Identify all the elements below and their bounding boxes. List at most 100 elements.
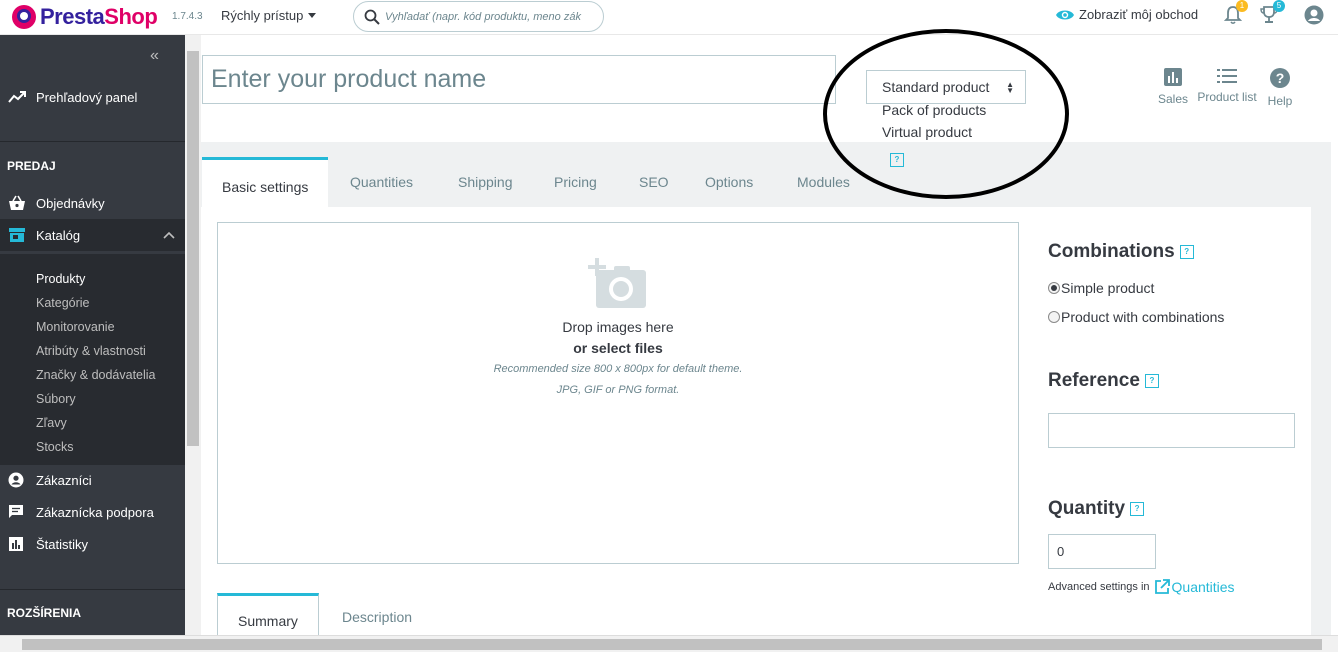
tab-seo[interactable]: SEO xyxy=(639,157,669,207)
image-format-text: JPG, GIF or PNG format. xyxy=(556,384,680,396)
submenu-item-discounts[interactable]: Zľavy xyxy=(36,416,67,430)
submenu-item-brands[interactable]: Značky & dodávatelia xyxy=(36,368,156,382)
drop-images-text: Drop images here xyxy=(562,319,674,335)
prestashop-logo[interactable]: PrestaShop xyxy=(12,4,158,30)
tab-options[interactable]: Options xyxy=(705,157,753,207)
external-link-icon xyxy=(1154,579,1170,594)
tab-summary[interactable]: Summary xyxy=(217,593,319,635)
sidebar-item-orders[interactable]: Objednávky xyxy=(0,193,185,213)
search-box[interactable] xyxy=(353,1,604,32)
vertical-scrollbar-thumb[interactable] xyxy=(187,51,199,446)
combinations-title: Combinations xyxy=(1048,241,1175,262)
reference-title: Reference xyxy=(1048,370,1140,391)
combinations-help-icon[interactable]: ? xyxy=(1179,244,1194,259)
submenu-item-categories[interactable]: Kategórie xyxy=(36,296,90,310)
combinations-label: Product with combinations xyxy=(1061,309,1225,325)
combinations-heading: Combinations? xyxy=(1048,241,1194,263)
bar-chart-icon xyxy=(9,537,23,551)
quantities-link[interactable]: Quantities xyxy=(1154,579,1235,595)
bar-chart-icon xyxy=(1164,68,1182,86)
sidebar: « Prehľadový panel PREDAJ Objednávky Pro… xyxy=(0,35,185,635)
radio-unchecked-icon[interactable] xyxy=(1048,311,1060,323)
vertical-scrollbar[interactable] xyxy=(185,35,201,635)
sales-button[interactable]: Sales xyxy=(1152,68,1194,106)
select-arrows-icon: ▲ ▼ xyxy=(1006,80,1014,95)
sidebar-item-label: Katalóg xyxy=(36,227,81,243)
sales-label: Sales xyxy=(1157,92,1189,106)
advanced-settings-row: Advanced settings in Quantities xyxy=(1048,579,1235,595)
caret-down-icon xyxy=(308,13,317,18)
account-circle-icon xyxy=(8,472,24,488)
search-icon xyxy=(364,9,380,25)
sidebar-section-extend: ROZŠÍRENIA xyxy=(7,606,82,620)
submenu-item-products[interactable]: Produkty xyxy=(36,272,85,286)
advanced-settings-text: Advanced settings in xyxy=(1048,581,1150,593)
submenu-item-stocks[interactable]: Stocks xyxy=(36,440,74,454)
sidebar-item-dashboard[interactable]: Prehľadový panel xyxy=(0,87,185,107)
help-button[interactable]: ? Help xyxy=(1264,68,1296,108)
radio-checked-icon[interactable] xyxy=(1048,282,1060,294)
simple-product-option[interactable]: Simple product xyxy=(1048,280,1154,296)
tab-pricing[interactable]: Pricing xyxy=(554,157,597,207)
search-input[interactable] xyxy=(385,10,603,23)
sidebar-item-support[interactable]: Zákaznícka podpora xyxy=(0,502,185,522)
tab-quantities[interactable]: Quantities xyxy=(350,157,413,207)
chat-icon xyxy=(9,505,23,518)
sidebar-item-catalog[interactable]: Katalóg xyxy=(0,219,185,251)
submenu-item-files[interactable]: Súbory xyxy=(36,392,76,406)
product-list-label: Product list xyxy=(1197,90,1257,104)
quantity-help-icon[interactable]: ? xyxy=(1130,501,1145,516)
reference-heading: Reference? xyxy=(1048,370,1159,392)
tab-shipping[interactable]: Shipping xyxy=(458,157,513,207)
version-label: 1.7.4.3 xyxy=(172,11,203,22)
image-dropzone[interactable]: Drop images here or select files Recomme… xyxy=(217,222,1019,564)
product-type-option-virtual[interactable]: Virtual product xyxy=(882,124,972,140)
add-photo-icon xyxy=(588,258,646,308)
tab-basic-settings[interactable]: Basic settings xyxy=(202,157,329,207)
trending-up-icon xyxy=(8,91,26,103)
simple-product-label: Simple product xyxy=(1061,280,1155,296)
quick-access-dropdown[interactable]: Rýchly prístup xyxy=(221,8,317,23)
quantities-link-label: Quantities xyxy=(1171,579,1235,595)
trophy-badge: 5 xyxy=(1273,0,1285,12)
notifications-button[interactable]: 1 xyxy=(1223,0,1248,30)
sidebar-divider xyxy=(0,141,185,142)
product-list-button[interactable]: Product list xyxy=(1194,68,1260,104)
combinations-option[interactable]: Product with combinations xyxy=(1048,309,1224,325)
horizontal-scrollbar-thumb[interactable] xyxy=(22,639,1322,650)
trophy-button[interactable]: 5 xyxy=(1259,0,1285,30)
quick-access-label: Rýchly prístup xyxy=(221,8,304,23)
sidebar-item-stats[interactable]: Štatistiky xyxy=(0,534,185,554)
horizontal-scrollbar[interactable] xyxy=(0,635,1338,652)
select-files-link[interactable]: or select files xyxy=(218,340,1018,356)
notifications-badge: 1 xyxy=(1236,0,1248,12)
product-name-input[interactable] xyxy=(202,55,836,104)
account-button[interactable] xyxy=(1304,5,1324,30)
store-icon xyxy=(9,228,25,242)
reference-input[interactable] xyxy=(1048,413,1295,448)
quantity-input[interactable] xyxy=(1048,534,1156,569)
submenu-item-monitoring[interactable]: Monitorovanie xyxy=(36,320,115,334)
brand-part-1: Presta xyxy=(40,4,105,29)
product-type-select[interactable]: Standard product ▲ ▼ xyxy=(866,70,1026,104)
top-header: PrestaShop 1.7.4.3 Rýchly prístup Zobraz… xyxy=(0,0,1338,35)
brand-part-2: Shop xyxy=(104,4,158,29)
sidebar-divider xyxy=(0,589,185,590)
collapse-sidebar-icon[interactable]: « xyxy=(150,47,159,65)
shopping-basket-icon xyxy=(9,195,25,210)
tab-modules[interactable]: Modules xyxy=(797,157,850,207)
view-shop-link[interactable]: Zobraziť môj obchod xyxy=(1055,7,1198,22)
list-icon xyxy=(1217,69,1237,83)
tab-description[interactable]: Description xyxy=(342,593,412,635)
product-type-selected: Standard product xyxy=(882,79,990,95)
sidebar-item-customers[interactable]: Zákazníci xyxy=(0,470,185,490)
svg-text:?: ? xyxy=(1276,70,1285,86)
main-content: Standard product ▲▼ Pack of products Vir… xyxy=(201,29,1331,635)
submenu-item-attributes[interactable]: Atribúty & vlastnosti xyxy=(36,344,146,358)
basic-settings-panel: Drop images here or select files Recomme… xyxy=(201,207,1311,635)
product-type-help-icon[interactable]: ? xyxy=(890,153,904,167)
sidebar-item-label: Zákazníci xyxy=(36,472,92,488)
reference-help-icon[interactable]: ? xyxy=(1144,373,1159,388)
product-type-option-pack[interactable]: Pack of products xyxy=(882,102,986,118)
sidebar-item-label: Štatistiky xyxy=(36,536,89,552)
